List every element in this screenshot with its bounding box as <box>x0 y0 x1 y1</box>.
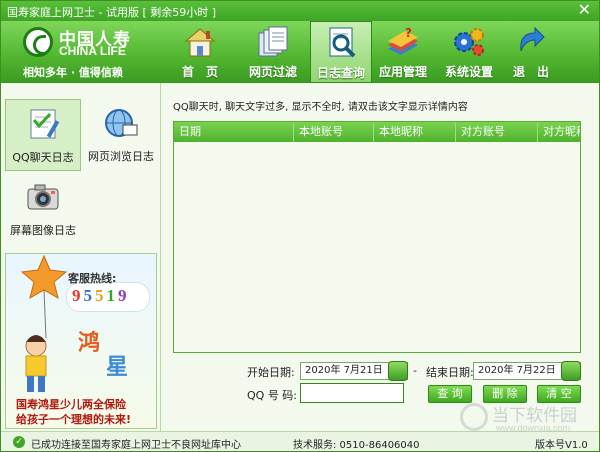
toolbar-system-settings-label: 系统设置 <box>444 65 493 79</box>
banner-slogan-line2: 给孩子一个理想的未来! <box>16 413 132 426</box>
magnifier-icon <box>329 27 356 58</box>
chat-log-icon <box>30 109 60 139</box>
globe-icon <box>105 109 138 137</box>
qq-number-input[interactable] <box>300 383 404 403</box>
toolbar-exit-button[interactable]: 退 出 <box>500 21 562 83</box>
check-circle-icon: ✓ <box>13 436 25 448</box>
column-header-date[interactable]: 日期 <box>174 122 294 142</box>
qq-number-label: QQ 号 码: <box>247 389 298 402</box>
sidebar-item-label: 屏幕图像日志 <box>10 224 76 237</box>
svg-text:?: ? <box>405 26 412 40</box>
toolbar-exit-label: 退 出 <box>512 65 549 79</box>
logo-slogan: 相知多年 · 值得信赖 <box>23 66 123 79</box>
start-date-label: 开始日期: <box>247 366 295 379</box>
toolbar-system-settings-button[interactable]: 系统设置 <box>438 21 500 83</box>
sidebar-item-screen-image-log[interactable]: 屏幕图像日志 <box>5 173 81 245</box>
hotline-label: 客服热线: <box>68 272 117 285</box>
tech-support-text: 技术服务: 0510-86406040 <box>293 440 420 451</box>
sidebar-item-label: QQ聊天日志 <box>12 151 74 164</box>
end-date-label: 结束日期: <box>426 366 474 379</box>
start-date-value: 2020年 7月21日 <box>305 365 383 376</box>
sidebar-item-qq-chat-log[interactable]: QQ聊天日志 <box>5 99 81 171</box>
chat-hint-text: QQ聊天时, 聊天文字过多, 显示不全时, 请双击该文字显示详情内容 <box>173 102 468 113</box>
column-header-peer-account[interactable]: 对方账号 <box>456 122 538 142</box>
header-toolbar: 中国人寿 CHINA LIFE 相知多年 · 值得信赖 首 页 网页过滤 日志查… <box>1 21 599 83</box>
title-bar: 国寿家庭上网卫士 - 试用版 [ 剩余59小时 ] ✕ <box>1 0 599 21</box>
exit-arrow-icon <box>520 26 545 52</box>
toolbar-web-filter-label: 网页过滤 <box>248 65 297 79</box>
downxia-watermark: 当下软件园 www.downxia.com <box>456 401 586 435</box>
app-window: 国寿家庭上网卫士 - 试用版 [ 剩余59小时 ] ✕ 中国人寿 CHINA L… <box>0 0 600 452</box>
date-separator: - <box>413 364 417 377</box>
sidebar-item-label: 网页浏览日志 <box>88 150 154 163</box>
svg-text:鸿: 鸿 <box>78 330 100 356</box>
status-bar: ✓ 已成功连接至国寿家庭上网卫士不良网址库中心 技术服务: 0510-86406… <box>1 431 599 451</box>
connection-status-text: 已成功连接至国寿家庭上网卫士不良网址库中心 <box>31 440 241 451</box>
gears-icon <box>454 28 484 56</box>
sidebar-item-web-browse-log[interactable]: 网页浏览日志 <box>83 99 159 171</box>
column-header-local-account[interactable]: 本地账号 <box>294 122 374 142</box>
close-icon[interactable]: ✕ <box>578 0 591 19</box>
toolbar-log-query-label: 日志查询 <box>316 66 365 80</box>
insurance-banner[interactable]: 鸿 星 客服热线: 95519 国寿鸿星少儿两全保险 给孩子一个理想的未来! <box>5 253 157 429</box>
end-date-value: 2020年 7月22日 <box>478 365 556 376</box>
end-date-dropdown-button[interactable] <box>561 361 581 381</box>
start-date-dropdown-button[interactable] <box>388 361 408 381</box>
left-panel: QQ聊天日志 网页浏览日志 屏幕图像日志 鸿 星 客服热线: 95519 国寿鸿… <box>1 83 161 431</box>
version-text: 版本号V1.0 <box>535 440 588 451</box>
house-icon <box>184 28 216 57</box>
toolbar-app-manage-button[interactable]: ? 应用管理 <box>372 21 434 83</box>
watermark-logo-icon <box>460 403 488 431</box>
start-date-picker[interactable]: 2020年 7月21日 <box>300 361 408 381</box>
end-date-picker[interactable]: 2020年 7月22日 <box>473 361 581 381</box>
pages-icon <box>258 26 288 57</box>
window-title: 国寿家庭上网卫士 - 试用版 [ 剩余59小时 ] <box>7 6 217 19</box>
china-life-logo: 中国人寿 CHINA LIFE 相知多年 · 值得信赖 <box>21 23 151 81</box>
logo-en-text: CHINA LIFE <box>59 44 126 58</box>
svg-text:星: 星 <box>106 354 128 380</box>
toolbar-log-query-button[interactable]: 日志查询 <box>310 21 372 83</box>
toolbar-home-button[interactable]: 首 页 <box>169 21 231 83</box>
toolbar-app-manage-label: 应用管理 <box>378 65 427 79</box>
camera-icon <box>27 184 59 210</box>
toolbar-home-label: 首 页 <box>181 65 218 79</box>
column-header-peer-nickname[interactable]: 对方昵称 <box>538 122 580 142</box>
toolbar-web-filter-button[interactable]: 网页过滤 <box>242 21 304 83</box>
table-header: 日期 本地账号 本地昵称 对方账号 对方昵称 <box>174 122 580 142</box>
banner-slogan-line1: 国寿鸿星少儿两全保险 <box>16 398 126 411</box>
china-life-emblem-icon <box>23 27 53 57</box>
hotline-number: 95519 <box>72 286 130 305</box>
books-icon: ? <box>388 26 418 55</box>
chat-log-table[interactable]: 日期 本地账号 本地昵称 对方账号 对方昵称 <box>173 121 581 353</box>
column-header-local-nickname[interactable]: 本地昵称 <box>374 122 456 142</box>
